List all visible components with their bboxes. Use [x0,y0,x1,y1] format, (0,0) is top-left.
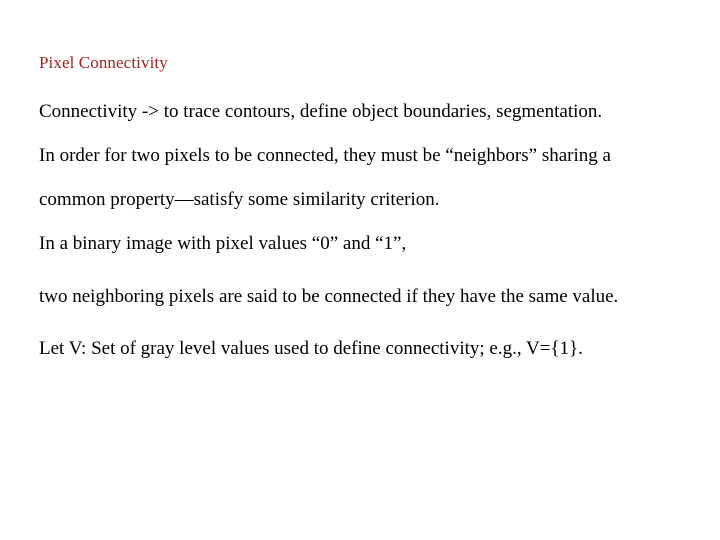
slide-content-area: Pixel Connectivity Connectivity -> to tr… [39,52,639,371]
paragraph-connection-definition: In order for two pixels to be connected,… [39,145,611,210]
paragraph-binary-image-values: In a binary image with pixel values “0” … [39,233,407,254]
paragraph-gray-level-set-v: Let V: Set of gray level values used to … [39,338,583,359]
paragraph-neighboring-pixels-connected: two neighboring pixels are said to be co… [39,286,619,307]
paragraph-connectivity-purpose: Connectivity -> to trace contours, defin… [39,101,603,122]
page-title: Pixel Connectivity [39,53,168,72]
slide: Pixel Connectivity Connectivity -> to tr… [0,0,720,540]
